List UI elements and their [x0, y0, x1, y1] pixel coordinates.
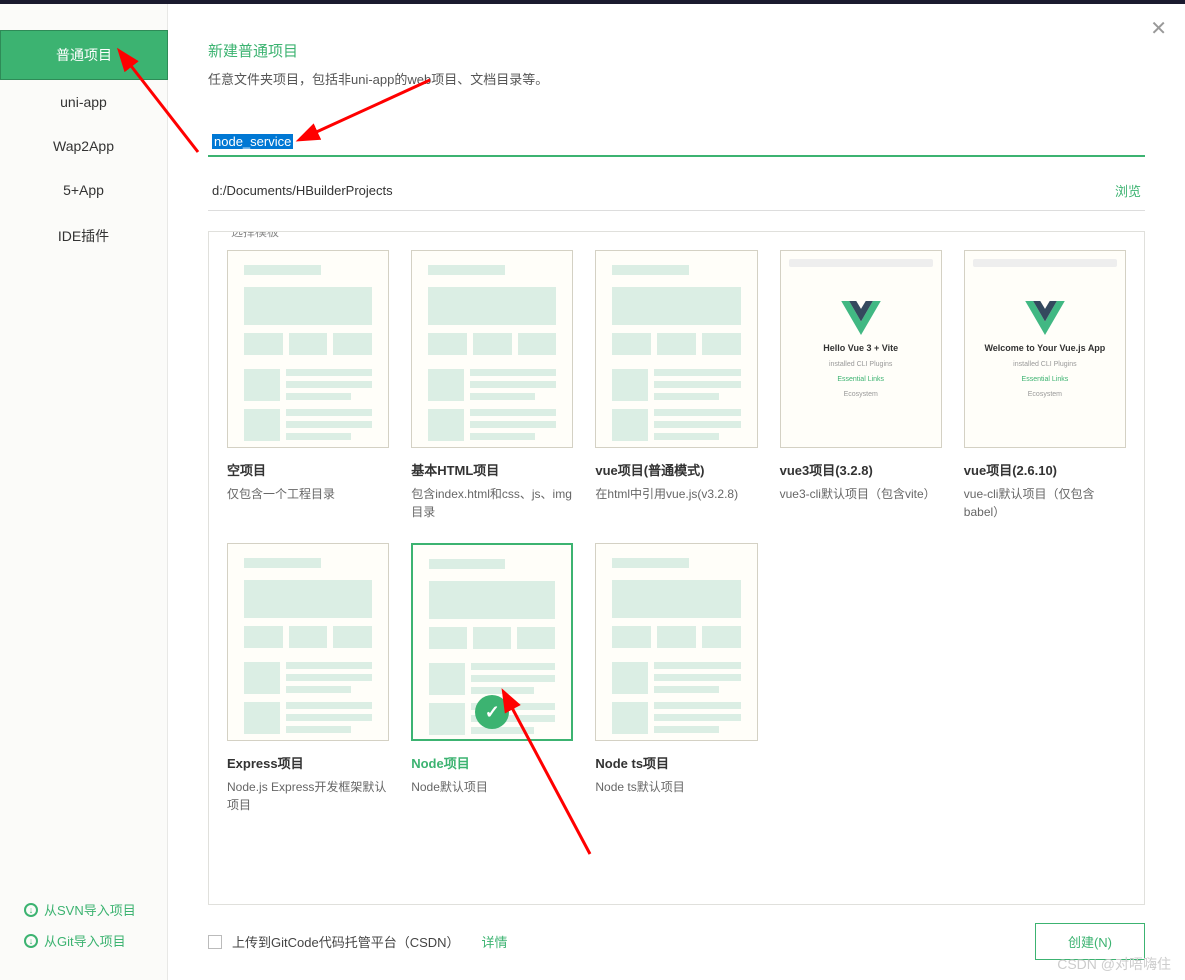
template-desc: vue-cli默认项目（仅包含babel） — [964, 485, 1126, 521]
upload-checkbox[interactable] — [208, 935, 222, 949]
download-icon: ↓ — [24, 934, 38, 948]
sidebar: 普通项目 uni-app Wap2App 5+App IDE插件 ↓ 从SVN导… — [0, 4, 168, 980]
detail-link[interactable]: 详情 — [482, 932, 508, 951]
template-desc: 仅包含一个工程目录 — [227, 485, 389, 503]
close-icon[interactable]: ✕ — [1150, 16, 1167, 41]
import-svn-label: 从SVN导入项目 — [44, 900, 136, 919]
template-title: Express项目 — [227, 753, 389, 772]
template-title: vue项目(普通模式) — [595, 460, 757, 479]
browse-button[interactable]: 浏览 — [1115, 181, 1141, 200]
template-5[interactable]: Express项目 Node.js Express开发框架默认项目 — [227, 543, 389, 814]
template-desc: vue3-cli默认项目（包含vite） — [780, 485, 942, 503]
template-3[interactable]: Hello Vue 3 + Viteinstalled CLI PluginsE… — [780, 250, 942, 521]
template-6[interactable]: ✓ Node项目 Node默认项目 — [411, 543, 573, 814]
template-title: 空项目 — [227, 460, 389, 479]
template-0[interactable]: 空项目 仅包含一个工程目录 — [227, 250, 389, 521]
template-desc: Node默认项目 — [411, 778, 573, 796]
create-button[interactable]: 创建(N) — [1035, 923, 1145, 960]
import-svn-link[interactable]: ↓ 从SVN导入项目 — [24, 894, 167, 925]
sidebar-item-normal[interactable]: 普通项目 — [0, 30, 168, 80]
download-icon: ↓ — [24, 903, 38, 917]
sidebar-item-ide[interactable]: IDE插件 — [0, 212, 167, 260]
import-git-label: 从Git导入项目 — [44, 931, 126, 950]
template-desc: Node.js Express开发框架默认项目 — [227, 778, 389, 814]
project-name-row: node_service — [208, 128, 1145, 157]
template-desc: 包含index.html和css、js、img目录 — [411, 485, 573, 521]
page-title: 新建普通项目 — [208, 40, 1145, 61]
template-4[interactable]: Welcome to Your Vue.js Appinstalled CLI … — [964, 250, 1126, 521]
project-name-input[interactable]: node_service — [212, 134, 612, 149]
template-7[interactable]: Node ts项目 Node ts默认项目 — [595, 543, 757, 814]
sidebar-item-wap2app[interactable]: Wap2App — [0, 124, 167, 168]
sidebar-item-uniapp[interactable]: uni-app — [0, 80, 167, 124]
project-path[interactable]: d:/Documents/HBuilderProjects — [212, 183, 1115, 198]
template-desc: 在html中引用vue.js(v3.2.8) — [595, 485, 757, 503]
upload-label: 上传到GitCode代码托管平台（CSDN） — [232, 932, 460, 951]
template-title: vue3项目(3.2.8) — [780, 460, 942, 479]
template-title: vue项目(2.6.10) — [964, 460, 1126, 479]
page-description: 任意文件夹项目，包括非uni-app的web项目、文档目录等。 — [208, 69, 1145, 88]
template-desc: Node ts默认项目 — [595, 778, 757, 796]
template-1[interactable]: 基本HTML项目 包含index.html和css、js、img目录 — [411, 250, 573, 521]
template-2[interactable]: vue项目(普通模式) 在html中引用vue.js(v3.2.8) — [595, 250, 757, 521]
template-section-label: 选择模板 — [223, 231, 287, 240]
template-title: Node ts项目 — [595, 753, 757, 772]
import-git-link[interactable]: ↓ 从Git导入项目 — [24, 925, 167, 956]
template-title: 基本HTML项目 — [411, 460, 573, 479]
template-title: Node项目 — [411, 753, 573, 772]
check-icon: ✓ — [475, 695, 509, 729]
sidebar-item-5app[interactable]: 5+App — [0, 168, 167, 212]
